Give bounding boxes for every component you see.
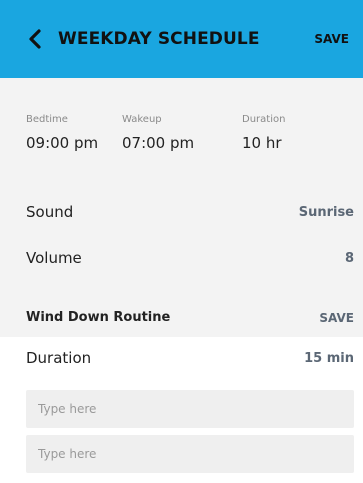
- bedtime-group[interactable]: Bedtime 09:00 pm: [26, 114, 122, 152]
- volume-row[interactable]: Volume 8: [26, 249, 354, 267]
- wind-down-duration-row[interactable]: Duration 15 min: [26, 349, 354, 367]
- sound-label: Sound: [26, 203, 74, 221]
- app-header: WEEKDAY SCHEDULE SAVE: [0, 0, 363, 78]
- duration-group: Duration 10 hr: [242, 114, 285, 152]
- save-button[interactable]: SAVE: [314, 32, 349, 46]
- wakeup-group[interactable]: Wakeup 07:00 pm: [122, 114, 242, 152]
- bedtime-label: Bedtime: [26, 114, 68, 125]
- chevron-left-icon[interactable]: [26, 28, 44, 50]
- wind-down-header: Wind Down Routine SAVE: [26, 310, 354, 325]
- wind-down-save-button[interactable]: SAVE: [319, 311, 354, 325]
- bedtime-value: 09:00 pm: [26, 134, 99, 152]
- wakeup-value: 07:00 pm: [122, 134, 195, 152]
- wind-down-title: Wind Down Routine: [26, 310, 171, 325]
- wind-down-duration-value[interactable]: 15 min: [304, 351, 354, 366]
- duration-value: 10 hr: [242, 134, 282, 152]
- page-title: WEEKDAY SCHEDULE: [58, 29, 260, 49]
- wakeup-label: Wakeup: [122, 114, 162, 125]
- routine-step-input-2[interactable]: [26, 435, 354, 473]
- volume-label: Volume: [26, 249, 82, 267]
- duration-label: Duration: [242, 114, 286, 125]
- volume-value[interactable]: 8: [345, 251, 354, 266]
- sound-row[interactable]: Sound Sunrise: [26, 203, 354, 221]
- sound-value[interactable]: Sunrise: [299, 205, 354, 220]
- schedule-times: Bedtime 09:00 pm Wakeup 07:00 pm Duratio…: [26, 114, 341, 152]
- routine-step-input-1[interactable]: [26, 390, 354, 428]
- wind-down-duration-label: Duration: [26, 349, 92, 367]
